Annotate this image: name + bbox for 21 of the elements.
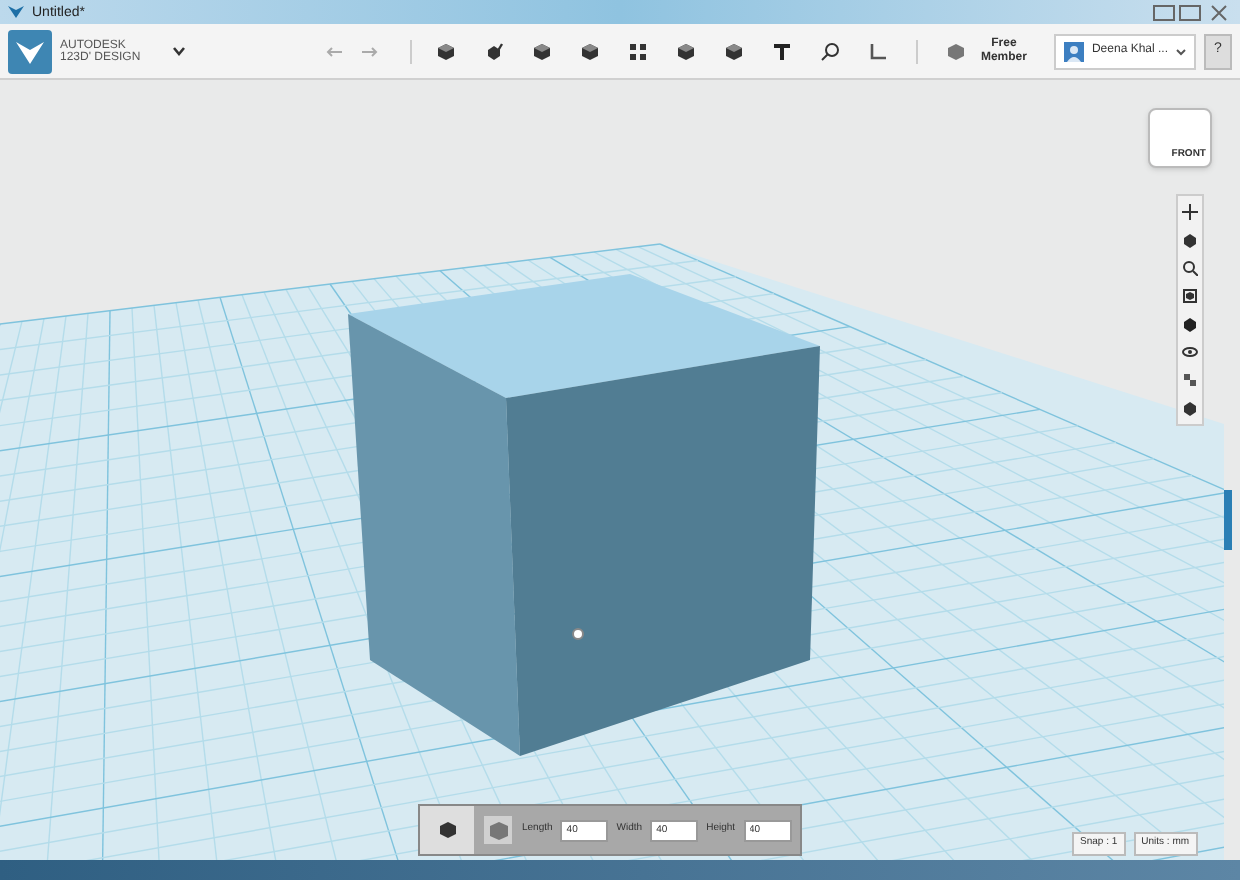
box-icon[interactable] (1182, 400, 1198, 416)
fit-icon[interactable] (1182, 288, 1198, 304)
move-icon[interactable] (1182, 204, 1198, 220)
window-controls-icon (1152, 3, 1232, 21)
chevron-down-icon (1176, 47, 1186, 55)
box-icon[interactable] (724, 41, 745, 61)
app-logo-icon[interactable] (8, 29, 52, 73)
chevron-down-icon[interactable] (172, 46, 187, 56)
app-logo-icon (8, 4, 24, 20)
side-panel-handle[interactable] (1224, 490, 1232, 550)
box-icon[interactable] (436, 41, 457, 61)
text-icon[interactable] (772, 41, 793, 61)
user-avatar-icon (1063, 41, 1084, 61)
box-icon[interactable] (580, 41, 601, 61)
eye-icon[interactable] (1182, 344, 1198, 360)
pattern-icon[interactable] (628, 41, 649, 61)
box-icon[interactable] (676, 41, 697, 61)
box-icon[interactable] (532, 41, 553, 61)
ruler-icon[interactable] (868, 41, 889, 61)
zoom-icon[interactable] (1182, 260, 1198, 276)
cube-icon[interactable] (439, 822, 455, 838)
